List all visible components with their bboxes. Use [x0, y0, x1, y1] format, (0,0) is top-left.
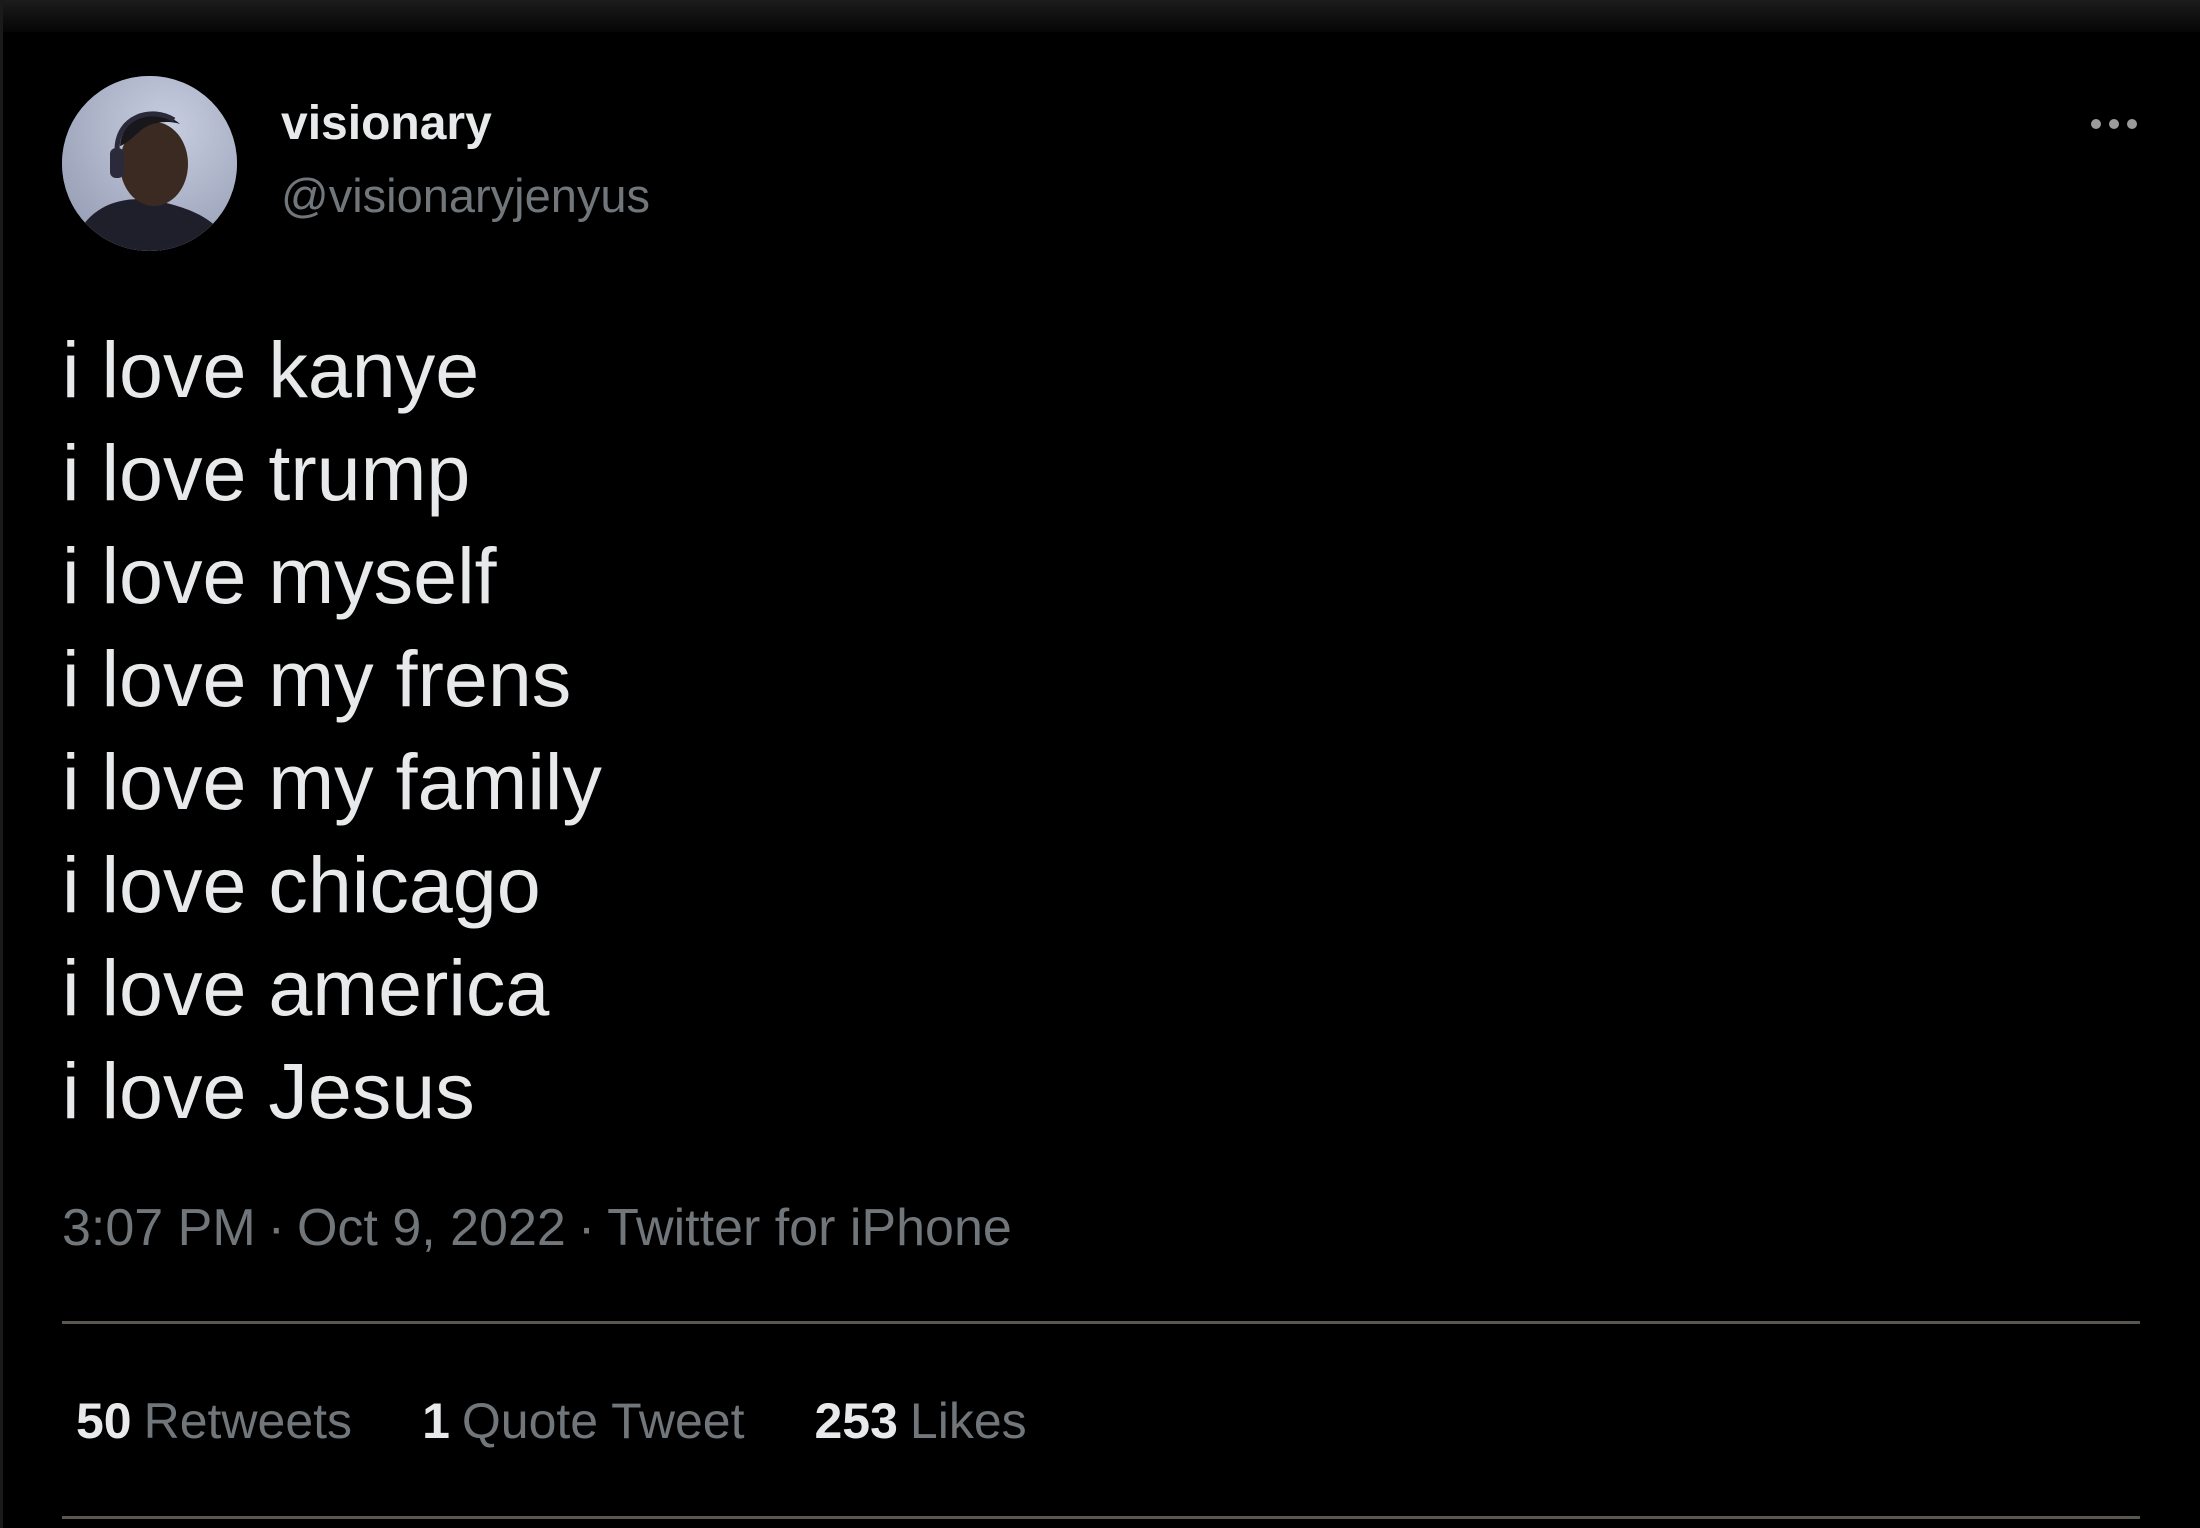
window-left-edge — [0, 0, 3, 1528]
tweet-text-line: i love myself — [62, 531, 497, 620]
divider — [62, 1321, 2140, 1324]
meta-separator: · — [577, 1199, 596, 1257]
profile-photo-icon — [62, 76, 237, 251]
likes-count: 253 — [814, 1393, 898, 1449]
tweet-text-line: i love trump — [62, 428, 471, 517]
tweet-card: visionary @visionaryjenyus i love kanye … — [62, 0, 2140, 1528]
more-dot — [2109, 119, 2119, 129]
tweet-text-line: i love america — [62, 943, 550, 1032]
tweet-text-line: i love chicago — [62, 840, 541, 929]
avatar[interactable] — [62, 76, 237, 251]
likes-label: Likes — [909, 1393, 1027, 1449]
tweet-time[interactable]: 3:07 PM — [62, 1199, 256, 1257]
quote-tweets-count: 1 — [422, 1393, 450, 1449]
quote-tweets-label: Quote Tweet — [461, 1393, 745, 1449]
tweet-source[interactable]: Twitter for iPhone — [607, 1199, 1012, 1257]
tweet-text-line: i love kanye — [62, 325, 480, 414]
author-handle[interactable]: @visionaryjenyus — [281, 168, 650, 223]
likes-stat[interactable]: 253 Likes — [814, 1392, 1026, 1450]
retweets-label: Retweets — [143, 1393, 353, 1449]
retweets-stat[interactable]: 50 Retweets — [76, 1392, 352, 1450]
more-options-button[interactable] — [2074, 96, 2154, 152]
author-display-name[interactable]: visionary — [281, 96, 492, 151]
tweet-text-line: i love Jesus — [62, 1046, 475, 1135]
quote-tweets-stat[interactable]: 1 Quote Tweet — [422, 1392, 744, 1450]
tweet-text: i love kanye i love trump i love myself … — [62, 318, 602, 1142]
tweet-text-line: i love my frens — [62, 634, 572, 723]
engagement-stats: 50 Retweets 1 Quote Tweet 253 Likes — [76, 1392, 1027, 1450]
tweet-date[interactable]: Oct 9, 2022 — [297, 1199, 566, 1257]
divider — [62, 1516, 2140, 1519]
tweet-text-line: i love my family — [62, 737, 602, 826]
meta-separator: · — [267, 1199, 285, 1257]
more-dot — [2127, 119, 2137, 129]
more-horizontal-icon — [2091, 119, 2101, 129]
tweet-metadata: 3:07 PM · Oct 9, 2022 · Twitter for iPhone — [62, 1198, 1012, 1258]
retweets-count: 50 — [76, 1393, 132, 1449]
